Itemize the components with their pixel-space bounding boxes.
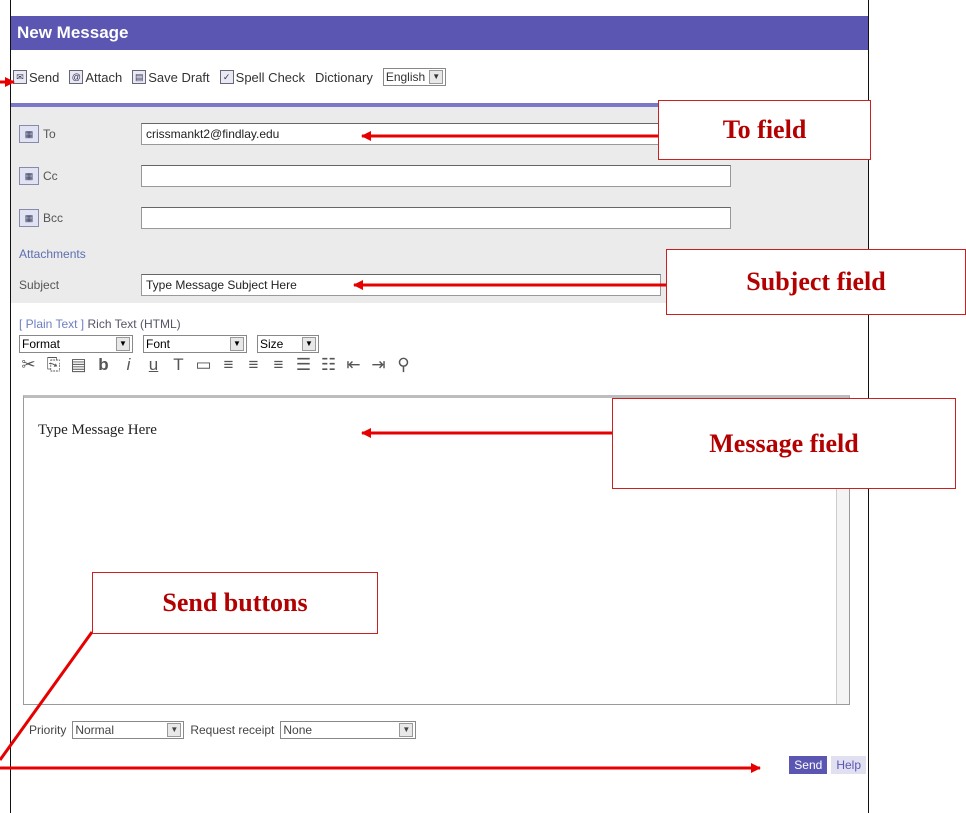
attachments-link[interactable]: Attachments xyxy=(11,247,86,261)
formatting-toolbar: ✂ ⎘ ▤ b i u T ▭ ≡ ≡ ≡ ☰ ☷ ⇤ ⇥ ⚲ xyxy=(19,355,413,375)
message-editor: [ Plain Text ] Rich Text (HTML) Format ▼… xyxy=(11,303,868,774)
dictionary-select[interactable]: English ▼ xyxy=(382,68,447,86)
spell-check-button[interactable]: ✓ Spell Check xyxy=(219,69,306,85)
address-book-icon: ▦ xyxy=(19,209,39,227)
paperclip-icon: @ xyxy=(69,70,84,84)
font-value: Font xyxy=(146,337,171,351)
save-draft-button[interactable]: ▤ Save Draft xyxy=(132,69,210,85)
chevron-down-icon: ▼ xyxy=(230,337,244,351)
receipt-value: None xyxy=(283,723,313,737)
rich-text-mode-link[interactable]: Rich Text (HTML) xyxy=(88,317,181,331)
footer-buttons: Send Help xyxy=(789,756,866,774)
align-center-icon[interactable]: ≡ xyxy=(244,355,263,375)
cut-icon[interactable]: ✂ xyxy=(19,355,38,375)
address-book-icon: ▦ xyxy=(19,167,39,185)
bcc-label: Bcc xyxy=(43,211,64,225)
save-draft-label: Save Draft xyxy=(148,69,210,85)
subject-field-callout: Subject field xyxy=(666,249,966,315)
receipt-select[interactable]: None ▼ xyxy=(280,721,417,739)
send-icon: ✉ xyxy=(13,70,27,84)
to-label-button[interactable]: ▦ To xyxy=(11,125,141,143)
priority-label: Priority xyxy=(29,723,67,737)
window-title: New Message xyxy=(11,16,868,50)
message-body-text: Type Message Here xyxy=(38,422,157,438)
address-book-icon: ▦ xyxy=(19,125,39,143)
footer-send-button[interactable]: Send xyxy=(789,756,828,774)
chevron-down-icon: ▼ xyxy=(167,723,182,737)
subject-label: Subject xyxy=(19,278,60,292)
priority-select[interactable]: Normal ▼ xyxy=(72,721,185,739)
toolbar-send-button[interactable]: ✉ Send xyxy=(13,70,59,85)
highlight-icon[interactable]: ▭ xyxy=(194,355,213,375)
plain-text-mode-link[interactable]: [ Plain Text ] xyxy=(19,317,84,331)
subject-field[interactable]: Type Message Subject Here xyxy=(141,274,661,296)
to-label: To xyxy=(43,127,56,141)
chevron-down-icon: ▼ xyxy=(302,337,316,351)
align-right-icon[interactable]: ≡ xyxy=(269,355,288,375)
bcc-row: ▦ Bcc xyxy=(11,207,868,229)
attach-label: Attach xyxy=(85,69,123,85)
bold-icon[interactable]: b xyxy=(94,355,113,375)
dictionary-value: English xyxy=(385,70,426,84)
bcc-field[interactable] xyxy=(141,207,731,229)
toolbar-send-label: Send xyxy=(29,69,60,85)
find-icon[interactable]: ⚲ xyxy=(394,355,413,375)
italic-icon[interactable]: i xyxy=(119,355,138,375)
attach-button[interactable]: @ Attach xyxy=(69,70,122,85)
compose-toolbar: ✉ Send @ Attach ▤ Save Draft ✓ Spell Che… xyxy=(11,60,870,94)
send-buttons-callout: Send buttons xyxy=(92,572,378,634)
to-field-callout: To field xyxy=(658,100,871,160)
bulleted-list-icon[interactable]: ☷ xyxy=(319,355,338,375)
help-button[interactable]: Help xyxy=(831,756,866,774)
bcc-label-button[interactable]: ▦ Bcc xyxy=(11,209,141,227)
format-selects: Format ▼ Font ▼ Size ▼ xyxy=(19,335,319,353)
receipt-label: Request receipt xyxy=(190,723,275,737)
spell-check-label: Spell Check xyxy=(235,69,306,85)
align-left-icon[interactable]: ≡ xyxy=(219,355,238,375)
chevron-down-icon: ▼ xyxy=(429,70,444,84)
save-draft-icon: ▤ xyxy=(132,70,147,84)
size-select[interactable]: Size ▼ xyxy=(257,335,319,353)
size-value: Size xyxy=(260,337,284,351)
cc-field[interactable] xyxy=(141,165,731,187)
format-value: Format xyxy=(22,337,61,351)
editor-mode-switch: [ Plain Text ] Rich Text (HTML) xyxy=(19,317,181,331)
outdent-icon[interactable]: ⇤ xyxy=(344,355,363,375)
cc-label: Cc xyxy=(43,169,58,183)
spell-check-icon: ✓ xyxy=(219,70,234,84)
underline-icon[interactable]: u xyxy=(144,355,163,375)
indent-icon[interactable]: ⇥ xyxy=(369,355,388,375)
cc-row: ▦ Cc xyxy=(11,165,868,187)
text-color-icon[interactable]: T xyxy=(169,355,188,375)
dictionary-label: Dictionary xyxy=(315,69,373,85)
message-field-callout: Message field xyxy=(612,398,956,489)
cc-label-button[interactable]: ▦ Cc xyxy=(11,167,141,185)
paste-icon[interactable]: ▤ xyxy=(69,355,88,375)
font-select[interactable]: Font ▼ xyxy=(143,335,247,353)
chevron-down-icon: ▼ xyxy=(399,723,414,737)
message-options: Priority Normal ▼ Request receipt None ▼ xyxy=(29,721,417,739)
priority-value: Normal xyxy=(75,723,115,737)
copy-icon[interactable]: ⎘ xyxy=(44,355,63,375)
format-select[interactable]: Format ▼ xyxy=(19,335,133,353)
numbered-list-icon[interactable]: ☰ xyxy=(294,355,313,375)
chevron-down-icon: ▼ xyxy=(116,337,130,351)
to-field[interactable]: crissmankt2@findlay.edu xyxy=(141,123,725,145)
